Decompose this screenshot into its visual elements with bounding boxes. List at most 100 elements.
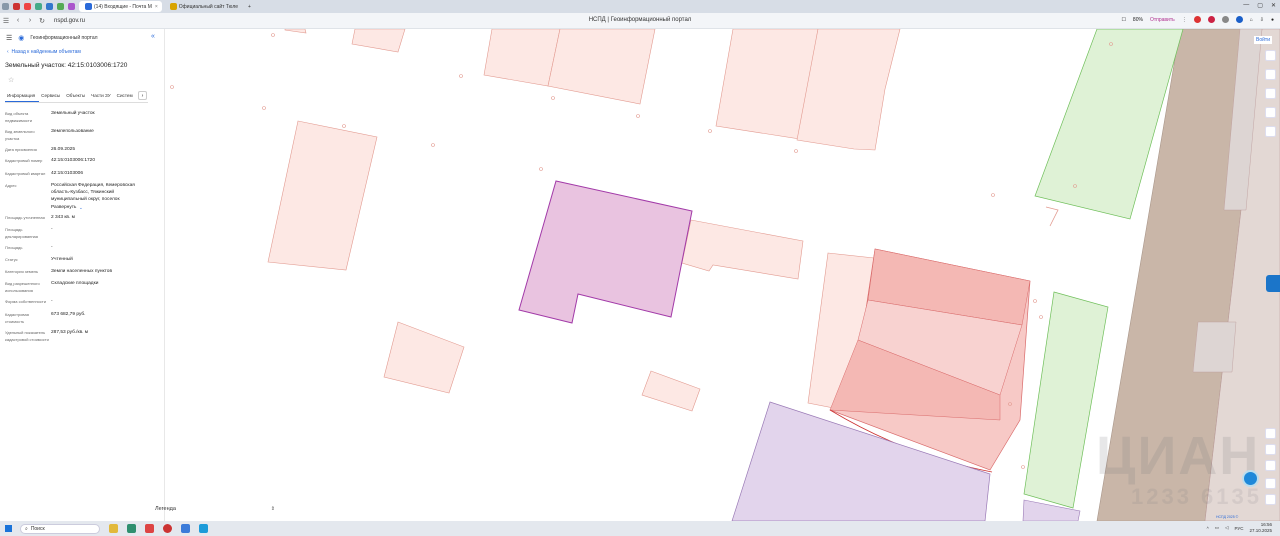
keyboard-language[interactable]: РУС	[1234, 526, 1243, 531]
tab-favicon[interactable]	[57, 3, 64, 10]
back-link[interactable]: ‹ Назад к найденным объектам	[7, 49, 81, 55]
home-icon[interactable]: ⌂	[1250, 17, 1253, 23]
taskbar-search[interactable]: ⌕ Поиск	[20, 523, 100, 534]
network-icon[interactable]: ▭	[1215, 525, 1219, 531]
yandex-browser-icon[interactable]	[163, 524, 172, 533]
clock-date: 27.10.2025	[1249, 528, 1272, 533]
row-label: Площадь	[5, 245, 23, 250]
layers-icon[interactable]	[1265, 50, 1276, 61]
menu-icon[interactable]: ☰	[6, 34, 12, 42]
favorite-star-icon[interactable]: ☆	[8, 76, 14, 84]
collapse-panel-icon[interactable]: «	[151, 33, 155, 40]
extension-icon[interactable]	[1221, 16, 1229, 23]
basemap-icon[interactable]	[1265, 69, 1276, 80]
row-value: Землепользование	[51, 129, 94, 134]
explorer-icon[interactable]	[109, 524, 118, 533]
app-icon[interactable]	[127, 524, 136, 533]
row-label: Вид объекта недвижимости	[5, 111, 32, 123]
tabs-next-icon[interactable]: ›	[138, 91, 147, 100]
row-label: Статус	[5, 257, 18, 262]
row-label: Удельный показатель кадастровой стоимост…	[5, 330, 49, 342]
object-info-panel: ☰ ◉ Геоинформационный портал « ‹ Назад к…	[0, 29, 165, 521]
extension-icon[interactable]	[1193, 16, 1201, 23]
new-tab-button[interactable]: +	[244, 1, 255, 12]
row-value: Земли населенных пунктов	[51, 269, 112, 274]
tab-info[interactable]: Информация	[5, 92, 40, 102]
tab-official-site[interactable]: Официальный сайт Тюле	[164, 1, 242, 12]
site-favicon	[169, 3, 177, 10]
row-value: Складские площадки	[51, 281, 99, 286]
close-window-icon[interactable]: ✕	[1271, 2, 1276, 9]
start-menu-icon[interactable]	[5, 525, 12, 532]
panel-tabs: Информация Сервисы Объекты Части ЗУ Сист…	[5, 92, 148, 103]
row-value: -	[51, 299, 53, 304]
map-toolbar	[1265, 50, 1276, 137]
row-value: -	[51, 227, 53, 232]
expand-link[interactable]: Развернуть	[51, 204, 81, 211]
cadastral-map[interactable]: ЦИАН 1233 6135	[166, 29, 1280, 521]
more-icon[interactable]: ⋮	[1182, 17, 1187, 23]
row-value: 673 682,79 руб.	[51, 312, 86, 317]
legend-toggle[interactable]: Легенда ⇕	[155, 506, 277, 518]
search-placeholder: Поиск	[30, 525, 45, 532]
row-value: 42:15:0103006	[51, 171, 84, 176]
tab-systems[interactable]: Систем	[115, 92, 137, 102]
share-button[interactable]: Отправить	[1150, 17, 1175, 23]
chevron-up-icon[interactable]: ^	[1207, 526, 1209, 531]
boundary-marker	[1045, 206, 1059, 227]
zoom-in-icon[interactable]	[1265, 478, 1276, 489]
portal-name: Геоинформационный портал	[30, 35, 98, 41]
tab-favicon[interactable]	[68, 3, 75, 10]
downloads-icon[interactable]: ⇩	[1260, 17, 1264, 23]
window-controls: — ▢ ✕	[1243, 2, 1276, 9]
browser-tab-strip: (14) Входящие - Почта М × Официальный са…	[0, 0, 1280, 13]
chat-icon[interactable]	[1242, 470, 1259, 487]
plot	[1192, 321, 1237, 373]
measure-icon[interactable]	[1265, 88, 1276, 99]
portal-logo-icon: ◉	[18, 35, 25, 42]
row-value: 2 343 кв. м	[51, 215, 75, 220]
close-icon[interactable]: ×	[155, 4, 158, 10]
volume-icon[interactable]: ◁	[1225, 525, 1228, 531]
locate-icon[interactable]	[1265, 428, 1276, 439]
app-icon[interactable]	[199, 524, 208, 533]
row-label: Категория земель	[5, 269, 39, 274]
extension-icon[interactable]	[1235, 16, 1243, 23]
watermark-digits: 1233 6135	[1131, 484, 1262, 509]
map-attribution: НСПД 2025 ©	[1216, 515, 1239, 519]
maximize-icon[interactable]: ▢	[1257, 2, 1263, 9]
side-panel-toggle[interactable]	[1266, 275, 1280, 292]
ruler-icon[interactable]	[1265, 444, 1276, 455]
row-label: Площадь декларированная	[5, 227, 38, 239]
tab-favicon[interactable]	[24, 3, 31, 10]
tab-favicon[interactable]	[46, 3, 53, 10]
portal-header: ☰ ◉ Геоинформационный портал	[6, 34, 98, 42]
zoom-out-icon[interactable]	[1265, 494, 1276, 505]
zoom-level[interactable]: 80%	[1133, 17, 1143, 23]
profile-icon[interactable]: ●	[1271, 17, 1274, 23]
tab-parts[interactable]: Части ЗУ	[89, 92, 115, 102]
row-value: Учтенный	[51, 257, 73, 262]
info-tool-icon[interactable]	[1265, 460, 1276, 471]
app-icon[interactable]	[181, 524, 190, 533]
app-icon[interactable]	[145, 524, 154, 533]
extension-icon[interactable]	[1207, 16, 1215, 23]
tab-favicon[interactable]	[35, 3, 42, 10]
browser-menu-icon[interactable]	[2, 3, 9, 10]
legend-label: Легенда	[155, 506, 176, 512]
tab-mail[interactable]: (14) Входящие - Почта М ×	[79, 1, 162, 12]
login-button[interactable]: Войти	[1254, 36, 1272, 44]
selected-parcel[interactable]	[518, 180, 693, 324]
bookmark-icon[interactable]: ☐	[1121, 17, 1125, 23]
clock[interactable]: 16:56 27.10.2025	[1249, 522, 1272, 534]
tab-services[interactable]: Сервисы	[39, 92, 64, 102]
row-label: Вид разрешенного использования	[5, 281, 40, 293]
row-label: Кадастровый квартал	[5, 171, 46, 176]
mail-icon	[85, 3, 92, 10]
tab-favicon[interactable]	[13, 3, 20, 10]
print-icon[interactable]	[1265, 126, 1276, 137]
tab-objects[interactable]: Объекты	[64, 92, 89, 102]
minimize-icon[interactable]: —	[1243, 2, 1249, 9]
row-value: Российская Федерация, Кемеровская област…	[51, 183, 135, 202]
share-icon[interactable]	[1265, 107, 1276, 118]
